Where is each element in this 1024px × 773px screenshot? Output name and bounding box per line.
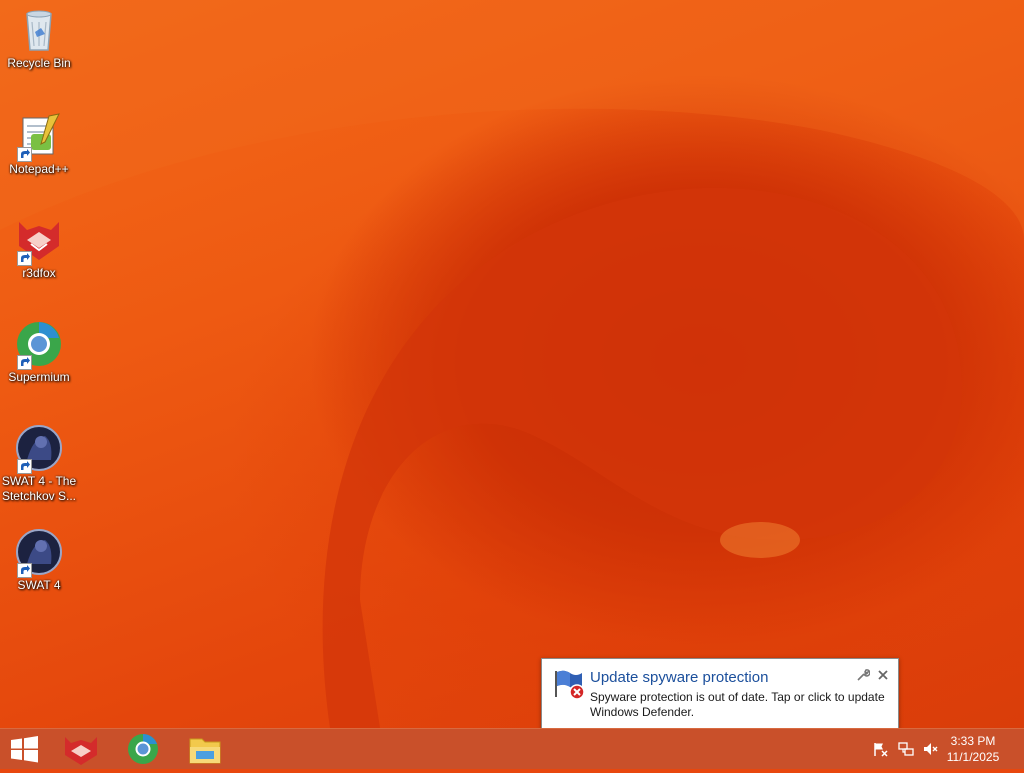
notification-settings-icon[interactable] — [856, 667, 871, 681]
clock-time: 3:33 PM — [950, 734, 996, 748]
desktop-icon-label: SWAT 4 — [17, 578, 61, 592]
desktop-icon-notepad-plus-plus[interactable]: Notepad++ — [0, 112, 78, 177]
shortcut-arrow-icon — [17, 251, 32, 266]
notification-body: Spyware protection is out of date. Tap o… — [590, 690, 885, 719]
start-button[interactable] — [0, 729, 48, 769]
swat4-icon — [15, 424, 63, 474]
notepad-plus-plus-icon — [15, 112, 63, 162]
shortcut-arrow-icon — [17, 563, 32, 578]
taskbar: 3:33 PM 11/1/2025 — [0, 728, 1024, 769]
desktop-wallpaper — [0, 0, 1024, 728]
windows-logo-icon — [11, 736, 38, 763]
supermium-icon — [15, 320, 63, 370]
taskbar-clock[interactable]: 3:33 PM 11/1/2025 — [938, 733, 1008, 765]
volume-muted-icon[interactable] — [922, 741, 938, 757]
r3dfox-icon — [65, 737, 97, 765]
shortcut-arrow-icon — [17, 147, 32, 162]
windows-defender-flag-error-icon — [552, 667, 586, 701]
defender-notification[interactable]: Update spyware protection Spyware protec… — [541, 658, 899, 730]
desktop-icon-recycle-bin[interactable]: Recycle Bin — [0, 6, 78, 71]
taskbar-file-explorer[interactable] — [176, 729, 234, 769]
shortcut-arrow-icon — [17, 459, 32, 474]
desktop-icon-swat4[interactable]: SWAT 4 — [0, 528, 78, 593]
desktop-icon-label: r3dfox — [22, 266, 56, 280]
desktop-icon-r3dfox[interactable]: r3dfox — [0, 216, 78, 281]
desktop-icon-supermium[interactable]: Supermium — [0, 320, 78, 385]
file-explorer-icon — [189, 738, 221, 764]
notification-title: Update spyware protection — [590, 669, 769, 686]
desktop-icon-label: Supermium — [8, 370, 70, 384]
r3dfox-icon — [15, 216, 63, 266]
supermium-icon — [128, 734, 158, 764]
recycle-bin-icon — [15, 6, 63, 54]
desktop-icon-swat4-stetchkov[interactable]: SWAT 4 - The Stetchkov S... — [0, 424, 78, 504]
clock-date: 11/1/2025 — [946, 750, 1000, 764]
notification-close-icon[interactable] — [876, 667, 890, 681]
action-center-flag-icon[interactable] — [872, 741, 888, 757]
desktop-icon-label: Recycle Bin — [7, 56, 71, 70]
taskbar-r3dfox[interactable] — [52, 729, 110, 769]
taskbar-supermium[interactable] — [114, 729, 172, 769]
shortcut-arrow-icon — [17, 355, 32, 370]
network-icon[interactable] — [898, 741, 914, 757]
desktop-icon-label: SWAT 4 - The Stetchkov S... — [1, 474, 77, 503]
swat4-icon — [15, 528, 63, 578]
desktop-icon-label: Notepad++ — [9, 162, 69, 176]
